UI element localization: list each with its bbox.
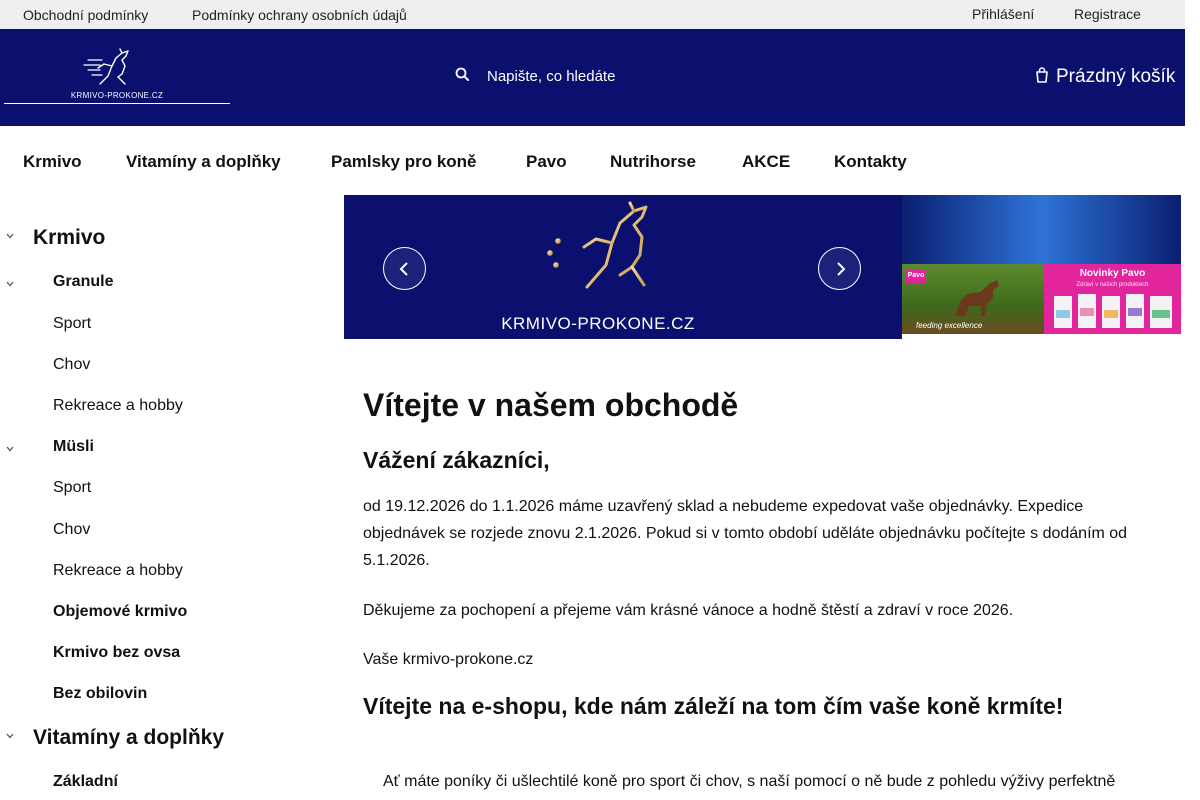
pavo-badge: Pavo [906,269,926,283]
category-sidebar: Krmivo Granule Sport Chov Rekreace a hob… [0,195,330,800]
top-utility-bar: Obchodní podmínky Podmínky ochrany osobn… [0,0,1185,29]
main-navigation: Krmivo Vitamíny a doplňky Pamlsky pro ko… [0,126,1185,195]
site-header: KRMIVO-PROKONE.CZ Napište, co hledáte Pr… [0,29,1185,126]
sidebar-item-krmivo[interactable]: Krmivo [33,226,105,250]
cart-label: Prázdný košík [1056,66,1176,87]
wishes-text: Děkujeme za pochopení a přejeme vám krás… [363,602,1014,619]
sidebar-item-bez-ovsa[interactable]: Krmivo bez ovsa [53,644,180,662]
chevron-down-icon[interactable] [6,445,14,453]
carousel-next-button[interactable] [818,247,861,290]
cart-icon [1036,67,1048,83]
sidebar-item-granule-chov[interactable]: Chov [53,356,90,374]
sidebar-item-bez-obilovin[interactable]: Bez obilovin [53,685,147,703]
carousel-prev-button[interactable] [383,247,426,290]
closure-notice-text: od 19.12.2026 do 1.1.2026 máme uzavřený … [363,498,1128,569]
sidebar-item-musli-chov[interactable]: Chov [53,521,90,539]
terms-link[interactable]: Obchodní podmínky [23,7,148,23]
pavo-promo-banner[interactable]: Pavo feeding excellence Novinky Pavo Zdr… [902,195,1181,334]
search-bar[interactable]: Napište, co hledáte [455,63,715,91]
nav-item-akce[interactable]: AKCE [742,152,790,172]
nav-item-krmivo[interactable]: Krmivo [23,152,82,172]
cart-button[interactable]: Prázdný košík [1035,63,1185,91]
sidebar-item-granule[interactable]: Granule [53,273,113,291]
intro-text: Ať máte poníky či ušlechtilé koně pro sp… [383,773,1116,790]
search-input[interactable]: Napište, co hledáte [487,68,615,85]
nav-item-vitaminy[interactable]: Vitamíny a doplňky [126,152,281,172]
sidebar-item-objemove-krmivo[interactable]: Objemové krmivo [53,603,187,621]
sidebar-item-musli[interactable]: Müsli [53,438,94,456]
sidebar-item-musli-rekreace[interactable]: Rekreace a hobby [53,562,183,580]
welcome-subheading: Vítejte na e-shopu, kde nám záleží na to… [363,693,1064,719]
greeting-heading: Vážení zákazníci, [363,447,550,473]
sidebar-item-zakladni[interactable]: Základní [53,773,118,791]
register-link[interactable]: Registrace [1074,6,1141,22]
nav-item-pamlsky[interactable]: Pamlsky pro koně [331,152,477,172]
nav-item-pavo[interactable]: Pavo [526,152,567,172]
site-logo[interactable]: KRMIVO-PROKONE.CZ [4,44,230,104]
nav-item-nutrihorse[interactable]: Nutrihorse [610,152,696,172]
logo-text: KRMIVO-PROKONE.CZ [70,91,164,100]
page-title: Vítejte v našem obchodě [363,387,739,423]
chevron-down-icon[interactable] [6,232,14,240]
sidebar-item-granule-rekreace[interactable]: Rekreace a hobby [53,397,183,415]
login-link[interactable]: Přihlášení [972,6,1034,22]
product-bags-image [1054,294,1172,328]
sidebar-item-vitaminy[interactable]: Vitamíny a doplňky [33,726,224,750]
horse-image-icon [955,280,999,316]
chevron-right-icon [837,262,846,276]
chevron-down-icon[interactable] [6,280,14,288]
sidebar-item-musli-sport[interactable]: Sport [53,479,91,497]
promo-horse-image: Pavo feeding excellence [902,264,1044,334]
hero-carousel: KRMIVO-PROKONE.CZ [344,195,902,339]
promo-top-band [902,195,1181,264]
promo-title: Novinky Pavo [1079,268,1146,279]
banner-logo-text: KRMIVO-PROKONE.CZ [501,314,695,333]
signature-text: Vaše krmivo-prokone.cz [363,651,534,668]
nav-item-kontakty[interactable]: Kontakty [834,152,907,172]
chevron-left-icon [399,262,408,276]
promo-subtitle: Zdraví v našich produktech [1076,282,1149,288]
privacy-link[interactable]: Podmínky ochrany osobních údajů [192,7,407,23]
search-icon[interactable] [455,67,469,81]
chevron-down-icon[interactable] [6,732,14,740]
promo-caption: feeding excellence [916,321,983,330]
sidebar-item-granule-sport[interactable]: Sport [53,315,91,333]
promo-novinky: Novinky Pavo Zdraví v našich produktech [1044,264,1181,334]
horse-logo-icon [83,48,129,85]
